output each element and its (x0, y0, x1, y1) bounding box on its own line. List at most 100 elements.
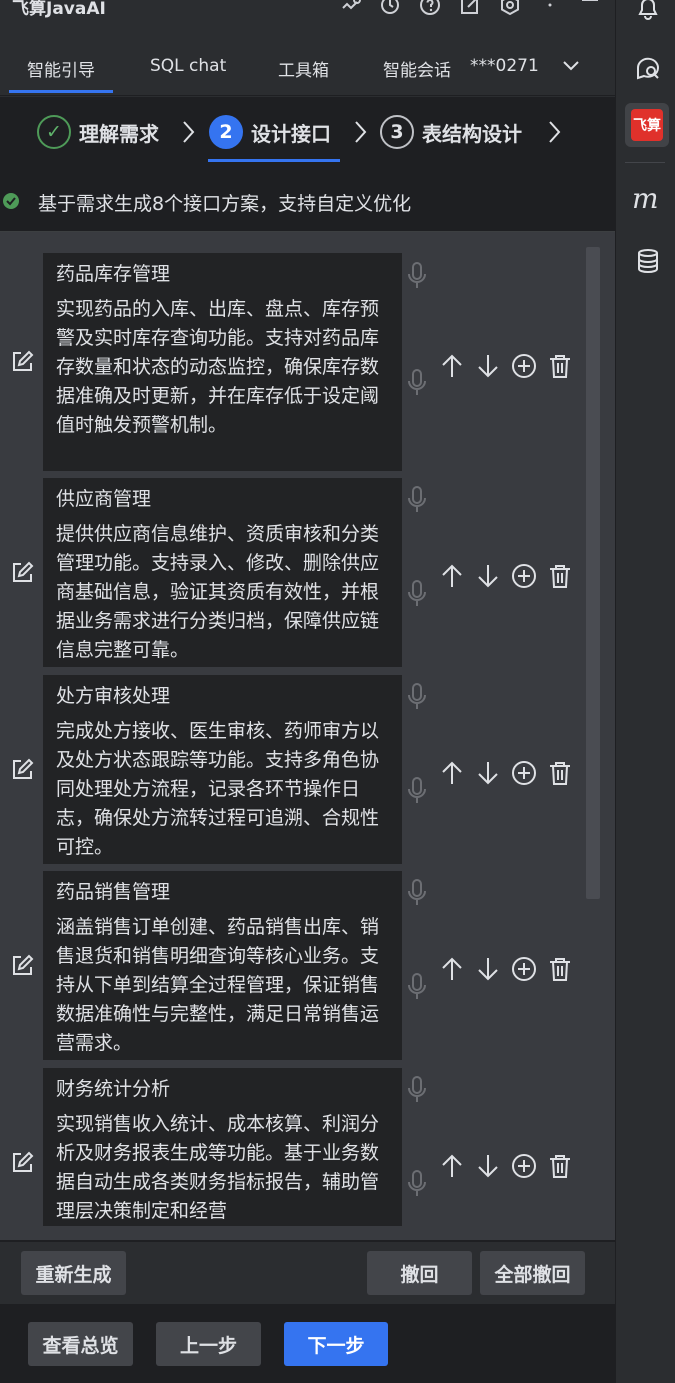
feisuan-logo-icon[interactable]: 飞算 (625, 103, 669, 147)
trash-icon[interactable] (546, 759, 574, 787)
card-title: 供应商管理 (56, 488, 152, 510)
step-label: 理解需求 (79, 121, 159, 146)
trash-icon[interactable] (546, 562, 574, 590)
mic-icon[interactable] (406, 1075, 428, 1105)
app-title: 飞算JavaAI (12, 0, 106, 19)
tab-sql-chat[interactable]: SQL chat (150, 56, 226, 76)
arrow-down-icon[interactable] (474, 562, 502, 590)
edit-icon[interactable] (9, 953, 35, 979)
arrow-up-icon[interactable] (438, 562, 466, 590)
mic-icon[interactable] (406, 368, 428, 398)
next-button[interactable]: 下一步 (284, 1322, 388, 1366)
mic-icon[interactable] (406, 972, 428, 1002)
chevron-right-icon (355, 121, 367, 143)
api-card[interactable]: 药品销售管理 涵盖销售订单创建、药品销售出库、销售退货和销售明细查询等核心业务。… (43, 871, 402, 1060)
arrow-down-icon[interactable] (474, 759, 502, 787)
arrow-down-icon[interactable] (474, 1152, 502, 1180)
trash-icon[interactable] (546, 955, 574, 983)
trash-icon[interactable] (546, 352, 574, 380)
title-bar-icons (339, 0, 601, 16)
tab-toolbox[interactable]: 工具箱 (278, 56, 329, 81)
mic-icon[interactable] (406, 261, 428, 291)
info-text: 基于需求生成8个接口方案，支持自定义优化 (38, 193, 412, 215)
account-id[interactable]: ***0271 (470, 56, 539, 76)
mic-icon[interactable] (406, 579, 428, 609)
m-icon[interactable]: m (632, 182, 659, 215)
step-label: 设计接口 (251, 121, 331, 146)
scrollbar[interactable] (586, 247, 600, 899)
card-actions (438, 562, 574, 590)
title-bar: 飞算JavaAI (0, 0, 615, 26)
arrow-up-icon[interactable] (438, 955, 466, 983)
add-circle-icon[interactable] (510, 562, 538, 590)
arrow-down-icon[interactable] (474, 352, 502, 380)
prev-button[interactable]: 上一步 (156, 1322, 261, 1366)
arrow-up-icon[interactable] (438, 1152, 466, 1180)
mic-icon[interactable] (406, 682, 428, 712)
help-icon[interactable] (419, 0, 441, 16)
plugin-icon[interactable] (339, 0, 361, 16)
toolbar-divider (625, 162, 665, 163)
add-circle-icon[interactable] (510, 352, 538, 380)
step-number: 2 (209, 115, 243, 149)
card-description: 实现药品的入库、出库、盘点、库存预警及实时库存查询功能。支持对药品库存数量和状态… (56, 298, 380, 436)
card-title: 财务统计分析 (56, 1078, 171, 1100)
step-table-design[interactable]: 3 表结构设计 (380, 115, 522, 149)
card-description: 实现销售收入统计、成本核算、利润分析及财务报表生成等功能。基于业务数据自动生成各… (56, 1113, 380, 1222)
trash-icon[interactable] (546, 1152, 574, 1180)
card-description: 完成处方接收、医生审核、药师审方以及处方状态跟踪等功能。支持多角色协同处理处方流… (56, 720, 380, 858)
undo-button[interactable]: 撤回 (367, 1251, 472, 1295)
step-number: 3 (380, 115, 414, 149)
card-description: 提供供应商信息维护、资质审核和分类管理功能。支持录入、修改、删除供应商基础信息，… (56, 523, 380, 661)
regenerate-button[interactable]: 重新生成 (21, 1251, 126, 1295)
mic-icon[interactable] (406, 776, 428, 806)
mic-icon[interactable] (406, 485, 428, 515)
tab-smart-guide[interactable]: 智能引导 (9, 56, 113, 93)
settings-icon[interactable] (499, 0, 521, 16)
footer-bar: 查看总览 上一步 下一步 (0, 1304, 615, 1383)
edit-icon[interactable] (9, 349, 35, 375)
chevron-down-icon[interactable] (560, 54, 582, 76)
step-understand[interactable]: ✓ 理解需求 (37, 115, 159, 149)
minimize-icon[interactable] (579, 0, 601, 16)
more-icon[interactable] (539, 0, 561, 16)
chevron-right-icon (549, 121, 561, 143)
bell-icon[interactable] (634, 0, 662, 22)
card-title: 药品库存管理 (56, 263, 171, 285)
tab-bar: 智能引导 SQL chat 工具箱 智能会话 ***0271 (0, 42, 615, 96)
history-icon[interactable] (379, 0, 401, 16)
database-icon[interactable] (634, 247, 662, 275)
mic-icon[interactable] (406, 1169, 428, 1199)
card-title: 药品销售管理 (56, 881, 171, 903)
api-list: 药品库存管理 实现药品的入库、出库、盘点、库存预警及实时库存查询功能。支持对药品… (0, 232, 615, 1240)
add-circle-icon[interactable] (510, 955, 538, 983)
add-circle-icon[interactable] (510, 759, 538, 787)
api-card[interactable]: 财务统计分析 实现销售收入统计、成本核算、利润分析及财务报表生成等功能。基于业务… (43, 1068, 402, 1226)
active-step-underline (208, 159, 340, 162)
api-card[interactable]: 药品库存管理 实现药品的入库、出库、盘点、库存预警及实时库存查询功能。支持对药品… (43, 253, 402, 471)
action-bar: 重新生成 撤回 全部撤回 (0, 1240, 615, 1304)
ai-chat-icon[interactable] (634, 54, 662, 82)
card-actions (438, 955, 574, 983)
arrow-up-icon[interactable] (438, 352, 466, 380)
overview-button[interactable]: 查看总览 (28, 1322, 133, 1366)
api-card[interactable]: 供应商管理 提供供应商信息维护、资质审核和分类管理功能。支持录入、修改、删除供应… (43, 478, 402, 667)
add-circle-icon[interactable] (510, 1152, 538, 1180)
arrow-down-icon[interactable] (474, 955, 502, 983)
edit-note-icon[interactable] (459, 0, 481, 16)
steps-bar: ✓ 理解需求 2 设计接口 3 表结构设计 (0, 97, 615, 170)
edit-icon[interactable] (9, 560, 35, 586)
card-actions (438, 759, 574, 787)
edit-icon[interactable] (9, 757, 35, 783)
api-card[interactable]: 处方审核处理 完成处方接收、医生审核、药师审方以及处方状态跟踪等功能。支持多角色… (43, 675, 402, 864)
step-design-api[interactable]: 2 设计接口 (209, 115, 331, 149)
info-banner: 基于需求生成8个接口方案，支持自定义优化 (0, 170, 615, 232)
check-icon: ✓ (37, 115, 71, 149)
arrow-up-icon[interactable] (438, 759, 466, 787)
tab-smart-chat[interactable]: 智能会话 (383, 56, 451, 81)
edit-icon[interactable] (9, 1150, 35, 1176)
step-label: 表结构设计 (422, 121, 522, 146)
undo-all-button[interactable]: 全部撤回 (480, 1251, 585, 1295)
success-icon (3, 193, 19, 209)
mic-icon[interactable] (406, 878, 428, 908)
